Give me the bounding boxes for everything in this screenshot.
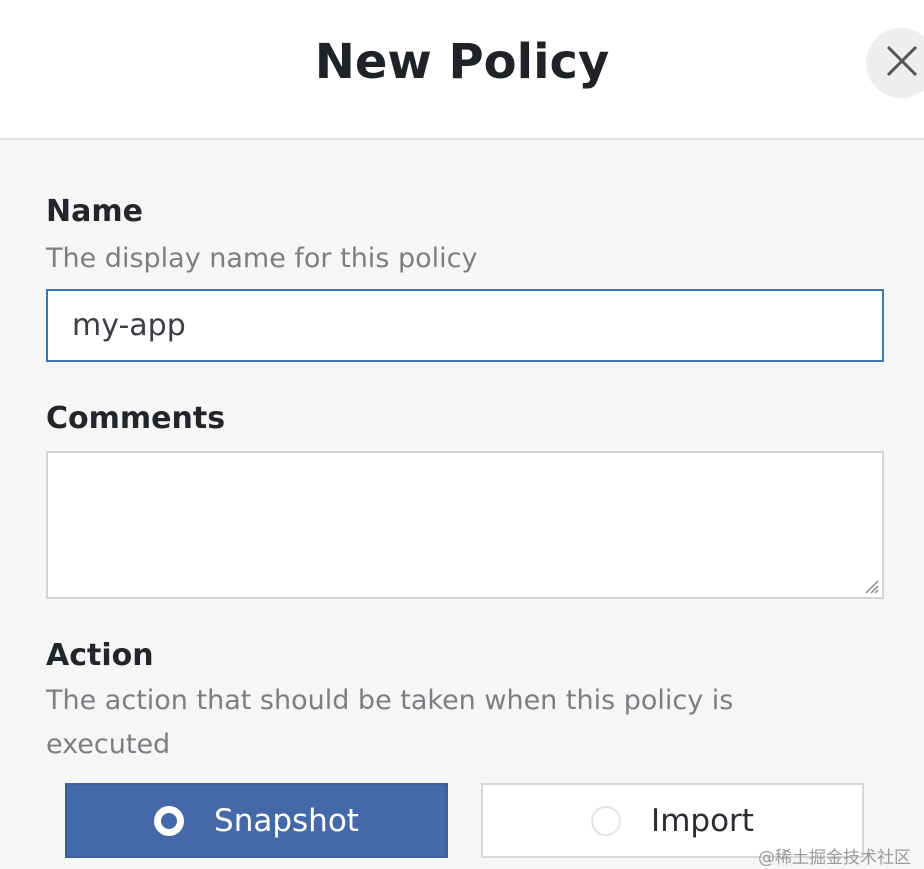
action-help-text: The action that should be taken when thi… <box>46 685 734 760</box>
comments-textarea[interactable] <box>46 451 884 599</box>
action-label: Action <box>46 638 154 673</box>
watermark: @稀土掘金技术社区 <box>758 848 911 868</box>
dialog-title: New Policy <box>314 34 610 90</box>
name-input[interactable] <box>46 289 884 362</box>
name-help-text: The display name for this policy <box>46 243 478 274</box>
close-icon <box>886 45 918 77</box>
resize-grip-icon[interactable] <box>862 577 880 595</box>
import-option-label: Import <box>651 802 754 839</box>
name-label: Name <box>46 194 143 229</box>
dialog-header: New Policy <box>0 0 924 140</box>
comments-label: Comments <box>46 401 226 436</box>
radio-unchecked-icon <box>591 805 622 836</box>
snapshot-option-label: Snapshot <box>214 802 359 839</box>
new-policy-dialog: New Policy Name The display name for thi… <box>0 0 924 869</box>
radio-checked-icon <box>154 805 185 836</box>
snapshot-option-button[interactable]: Snapshot <box>65 783 448 858</box>
